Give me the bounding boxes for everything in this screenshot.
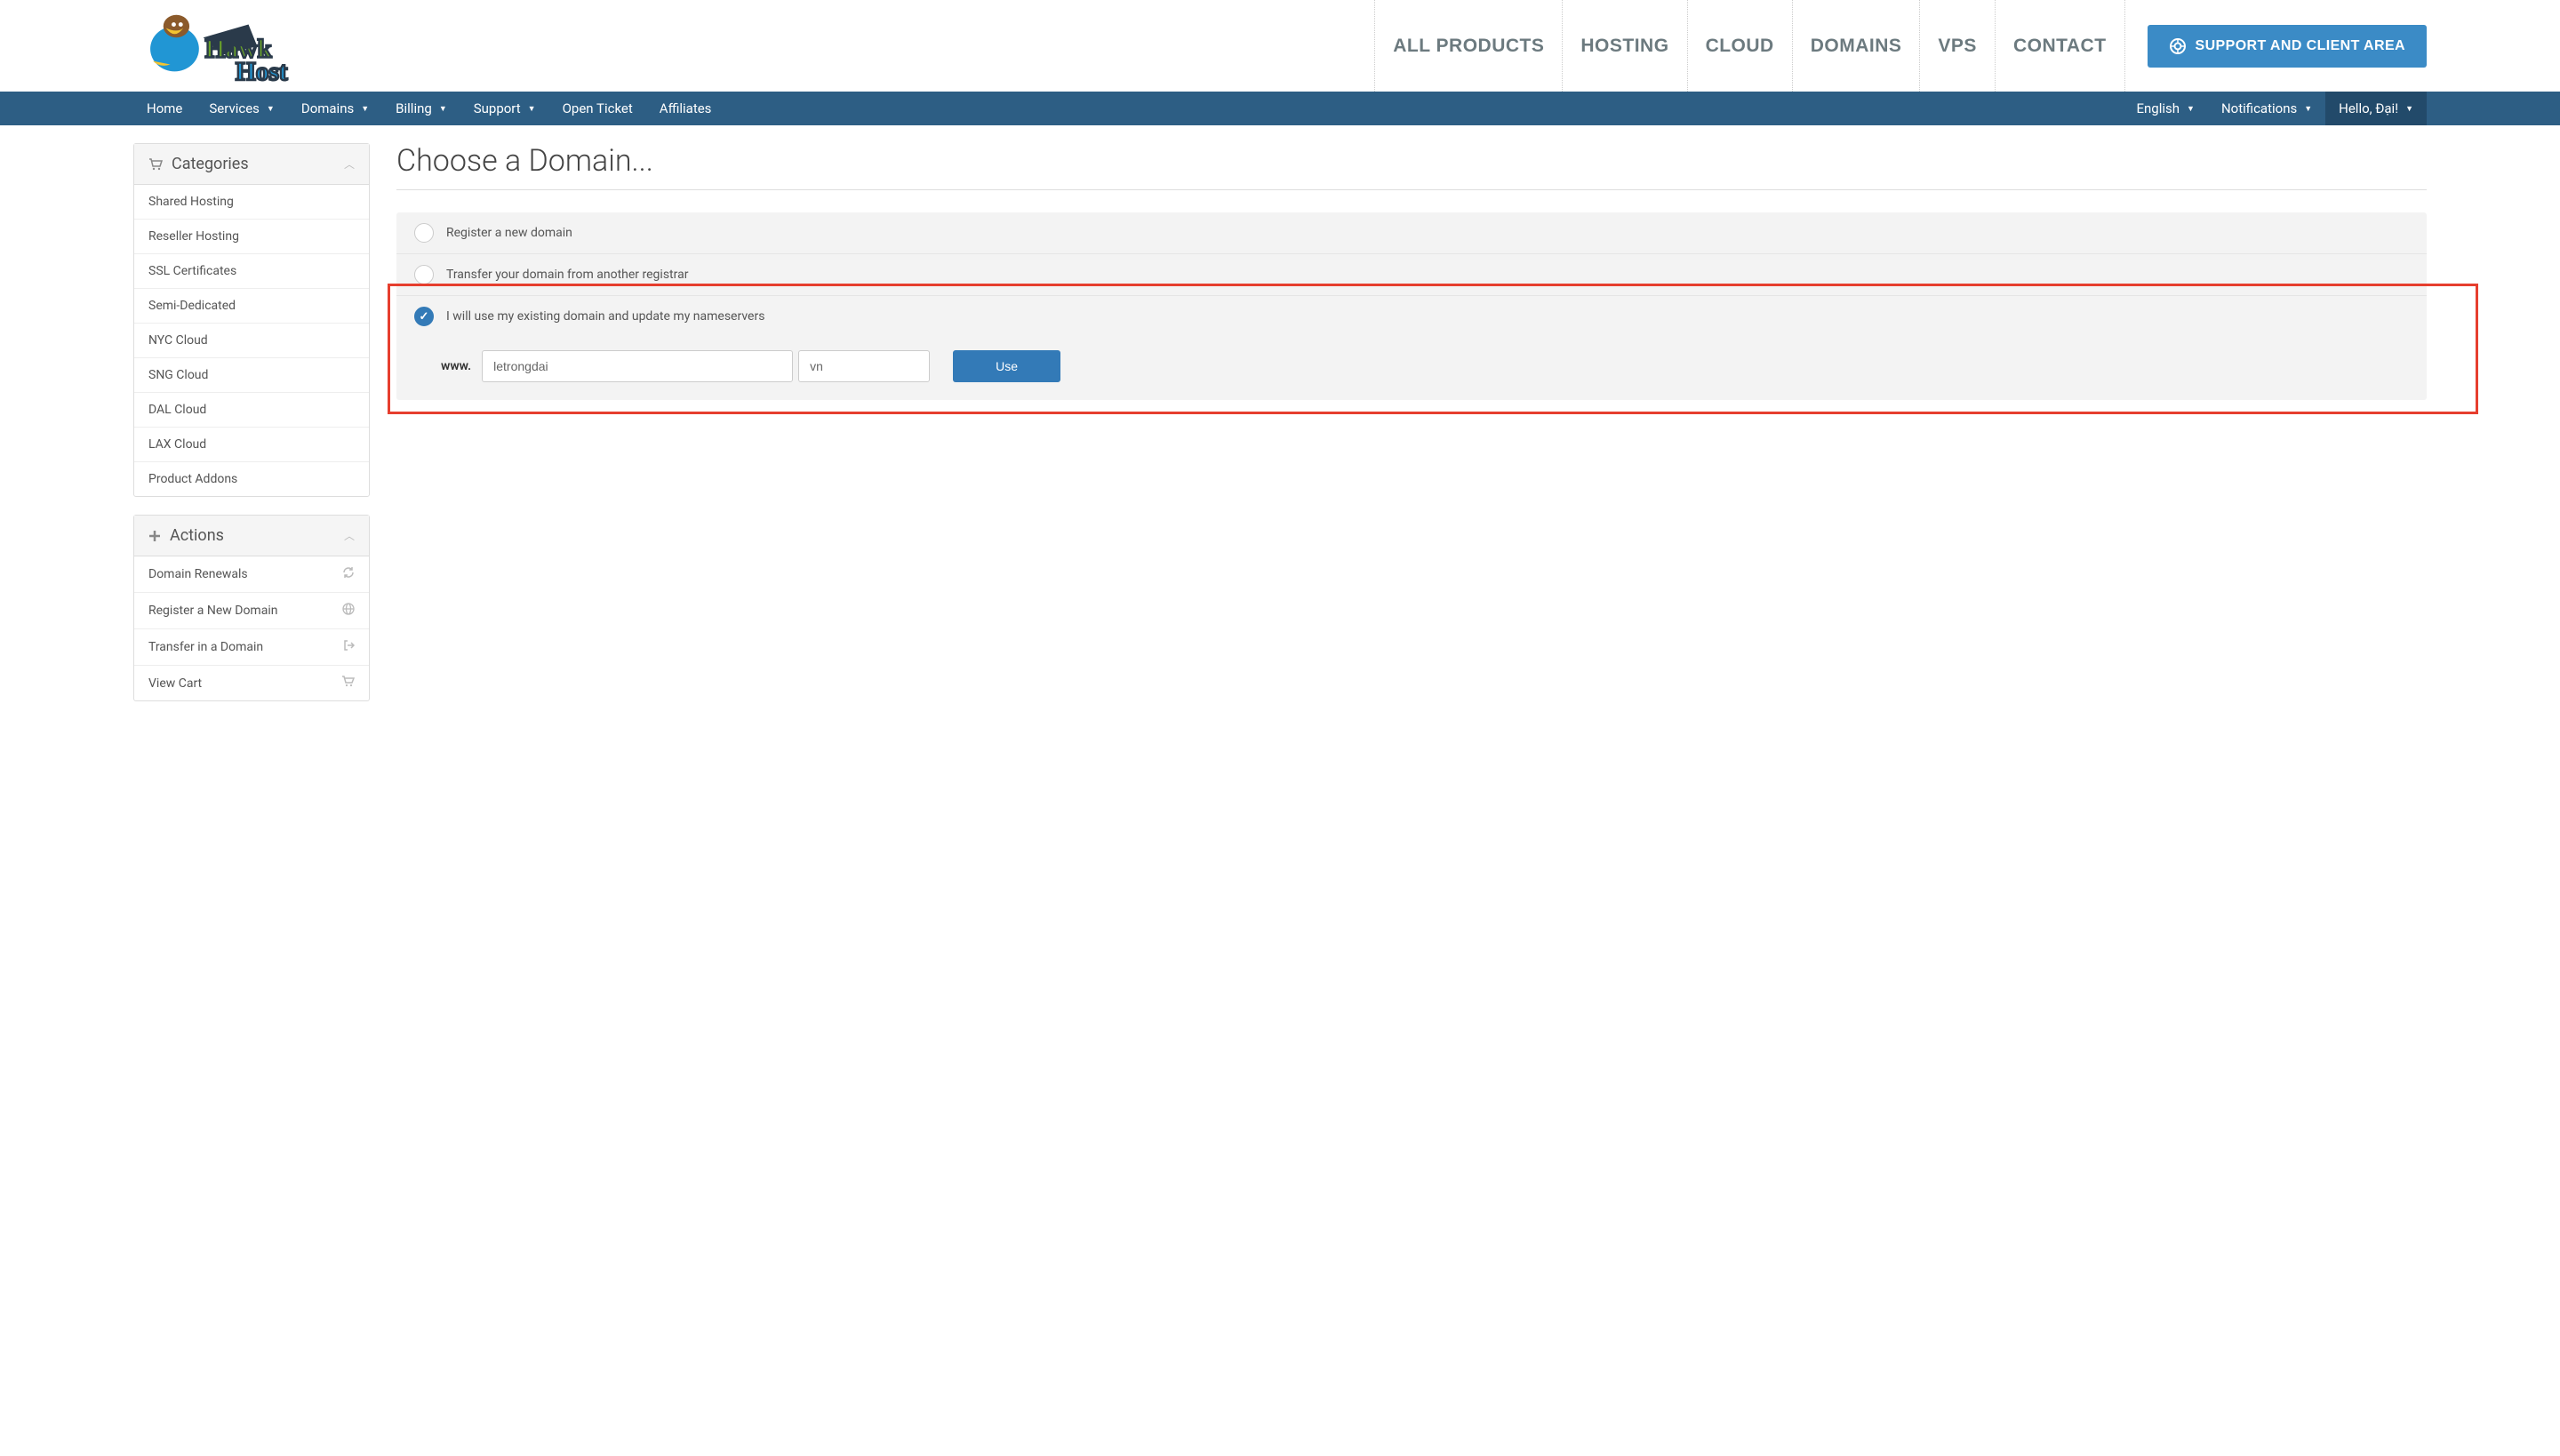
nav-contact[interactable]: CONTACT bbox=[1995, 0, 2125, 92]
nav-hosting[interactable]: HOSTING bbox=[1562, 0, 1686, 92]
categories-title: Categories bbox=[172, 155, 249, 173]
secnav-support[interactable]: Support▼ bbox=[460, 92, 549, 125]
page-body: Categories ︿ Shared Hosting Reseller Hos… bbox=[0, 125, 2560, 755]
action-transfer-domain[interactable]: Transfer in a Domain bbox=[134, 629, 369, 666]
plus-icon bbox=[148, 530, 161, 542]
top-nav: ALL PRODUCTS HOSTING CLOUD DOMAINS VPS C… bbox=[1374, 0, 2124, 92]
caret-down-icon: ▼ bbox=[2304, 104, 2312, 114]
nav-domains[interactable]: DOMAINS bbox=[1792, 0, 1920, 92]
categories-panel-header[interactable]: Categories ︿ bbox=[134, 144, 369, 185]
sidebar: Categories ︿ Shared Hosting Reseller Hos… bbox=[133, 143, 370, 719]
lifebuoy-icon bbox=[2169, 37, 2187, 55]
category-item[interactable]: LAX Cloud bbox=[134, 428, 369, 462]
category-item[interactable]: SNG Cloud bbox=[134, 358, 369, 393]
share-icon bbox=[342, 639, 355, 655]
secnav-notifications[interactable]: Notifications▼ bbox=[2208, 92, 2325, 125]
categories-panel: Categories ︿ Shared Hosting Reseller Hos… bbox=[133, 143, 370, 497]
option-label: Register a new domain bbox=[446, 226, 572, 240]
nav-cloud[interactable]: CLOUD bbox=[1687, 0, 1792, 92]
domain-tld-input[interactable] bbox=[798, 350, 930, 382]
secnav-open-ticket[interactable]: Open Ticket bbox=[549, 92, 646, 125]
option-label: I will use my existing domain and update… bbox=[446, 309, 764, 324]
page-title: Choose a Domain... bbox=[396, 143, 2427, 190]
actions-list: Domain Renewals Register a New Domain Tr… bbox=[134, 556, 369, 700]
caret-down-icon: ▼ bbox=[361, 104, 369, 114]
caret-down-icon: ▼ bbox=[439, 104, 447, 114]
secondary-nav-left: Home Services▼ Domains▼ Billing▼ Support… bbox=[133, 92, 724, 125]
globe-icon bbox=[342, 603, 355, 619]
secnav-billing[interactable]: Billing▼ bbox=[382, 92, 460, 125]
chevron-up-icon: ︿ bbox=[344, 528, 355, 543]
actions-panel-header[interactable]: Actions ︿ bbox=[134, 516, 369, 556]
radio-unchecked-icon bbox=[414, 223, 434, 243]
option-transfer[interactable]: Transfer your domain from another regist… bbox=[396, 254, 2427, 296]
radio-checked-icon bbox=[414, 307, 434, 326]
category-item[interactable]: Semi-Dedicated bbox=[134, 289, 369, 324]
main-content: Choose a Domain... Register a new domain… bbox=[396, 143, 2427, 719]
secnav-services[interactable]: Services▼ bbox=[196, 92, 287, 125]
caret-down-icon: ▼ bbox=[2187, 104, 2195, 114]
option-label: Transfer your domain from another regist… bbox=[446, 268, 688, 282]
www-prefix-label: www. bbox=[441, 359, 471, 373]
action-register-domain[interactable]: Register a New Domain bbox=[134, 593, 369, 629]
support-client-area-button[interactable]: SUPPORT AND CLIENT AREA bbox=[2148, 25, 2427, 68]
refresh-icon bbox=[342, 566, 355, 582]
svg-text:Host: Host bbox=[236, 58, 288, 85]
category-item[interactable]: DAL Cloud bbox=[134, 393, 369, 428]
caret-down-icon: ▼ bbox=[267, 104, 275, 114]
radio-unchecked-icon bbox=[414, 265, 434, 284]
category-item[interactable]: NYC Cloud bbox=[134, 324, 369, 358]
action-domain-renewals[interactable]: Domain Renewals bbox=[134, 556, 369, 593]
action-view-cart[interactable]: View Cart bbox=[134, 666, 369, 700]
category-item[interactable]: SSL Certificates bbox=[134, 254, 369, 289]
cart-icon bbox=[341, 676, 355, 691]
actions-panel: Actions ︿ Domain Renewals Register a New… bbox=[133, 515, 370, 701]
secnav-language[interactable]: English▼ bbox=[2124, 92, 2208, 125]
nav-all-products[interactable]: ALL PRODUCTS bbox=[1374, 0, 1562, 92]
category-item[interactable]: Shared Hosting bbox=[134, 185, 369, 220]
chevron-up-icon: ︿ bbox=[344, 156, 355, 172]
cart-icon bbox=[148, 158, 163, 171]
domain-name-input[interactable] bbox=[482, 350, 793, 382]
secondary-nav: Home Services▼ Domains▼ Billing▼ Support… bbox=[0, 92, 2560, 125]
categories-list: Shared Hosting Reseller Hosting SSL Cert… bbox=[134, 185, 369, 496]
option-existing-domain[interactable]: I will use my existing domain and update… bbox=[396, 296, 2427, 337]
category-item[interactable]: Product Addons bbox=[134, 462, 369, 496]
secnav-domains[interactable]: Domains▼ bbox=[288, 92, 382, 125]
caret-down-icon: ▼ bbox=[528, 104, 536, 114]
option-register-new[interactable]: Register a new domain bbox=[396, 212, 2427, 254]
secnav-home[interactable]: Home bbox=[133, 92, 196, 125]
logo[interactable]: Hawk Host bbox=[133, 6, 338, 86]
domain-form: www. Use bbox=[396, 337, 2427, 400]
secnav-user-greeting[interactable]: Hello, Đại!▼ bbox=[2325, 92, 2427, 125]
secnav-affiliates[interactable]: Affiliates bbox=[646, 92, 725, 125]
domain-options: Register a new domain Transfer your doma… bbox=[396, 212, 2427, 400]
secondary-nav-right: English▼ Notifications▼ Hello, Đại!▼ bbox=[2124, 92, 2428, 125]
category-item[interactable]: Reseller Hosting bbox=[134, 220, 369, 254]
support-button-label: SUPPORT AND CLIENT AREA bbox=[2196, 38, 2405, 54]
use-button[interactable]: Use bbox=[953, 350, 1060, 382]
actions-title: Actions bbox=[170, 526, 224, 545]
top-header: Hawk Host ALL PRODUCTS HOSTING CLOUD DOM… bbox=[0, 0, 2560, 92]
caret-down-icon: ▼ bbox=[2405, 104, 2413, 114]
hawkhost-logo-icon: Hawk Host bbox=[133, 7, 329, 85]
nav-vps[interactable]: VPS bbox=[1919, 0, 1995, 92]
